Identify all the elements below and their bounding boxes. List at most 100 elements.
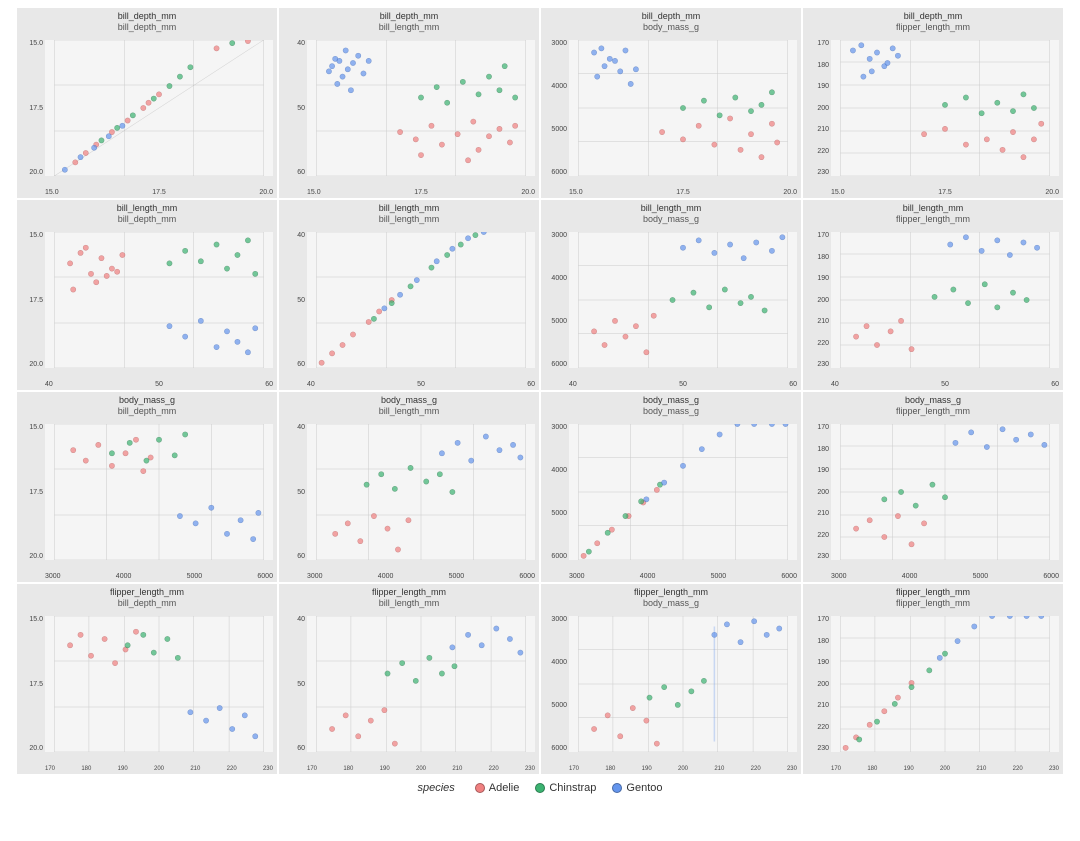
plot-3-1-area bbox=[307, 616, 535, 752]
plot-1-2: bill_length_mm body_mass_g 6000500040003… bbox=[541, 200, 801, 390]
plot-2-2: body_mass_g body_mass_g 6000500040003000 bbox=[541, 392, 801, 582]
plot-1-2-subtitle: body_mass_g bbox=[541, 214, 801, 225]
plot-0-1: bill_depth_mm bill_length_mm 605040 bbox=[279, 8, 539, 198]
plot-3-3-title: flipper_length_mm bbox=[803, 584, 1063, 598]
plot-1-2-title: bill_length_mm bbox=[541, 200, 801, 214]
plot-0-2-xaxis: 15.017.520.0 bbox=[569, 189, 797, 196]
chinstrap-dot bbox=[535, 783, 545, 793]
plot-2-3-yaxis: 230220210200190180170 bbox=[805, 424, 831, 560]
plot-3-0-yaxis: 20.017.515.0 bbox=[19, 616, 45, 752]
plot-0-0: bill_depth_mm bill_depth_mm 20.017.515.0 bbox=[17, 8, 277, 198]
plot-3-2-title: flipper_length_mm bbox=[541, 584, 801, 598]
plot-3-1-yaxis: 605040 bbox=[281, 616, 307, 752]
plot-3-0-subtitle: bill_depth_mm bbox=[17, 598, 277, 609]
plot-2-0-xaxis: 3000400050006000 bbox=[45, 573, 273, 580]
plot-3-2: flipper_length_mm body_mass_g 6000500040… bbox=[541, 584, 801, 774]
legend-item-adelie: Adelie bbox=[475, 782, 520, 794]
plot-1-2-area bbox=[569, 232, 797, 368]
plot-3-2-xaxis: 170180190200210220230 bbox=[569, 766, 797, 772]
plot-3-3-yaxis: 230220210200190180170 bbox=[805, 616, 831, 752]
plot-3-0-area bbox=[45, 616, 273, 752]
plot-1-1: bill_length_mm bill_length_mm 605040 bbox=[279, 200, 539, 390]
plot-0-1-area bbox=[307, 40, 535, 176]
plot-0-1-title: bill_depth_mm bbox=[279, 8, 539, 22]
plot-0-2-yaxis: 6000500040003000 bbox=[543, 40, 569, 176]
legend-item-gentoo: Gentoo bbox=[612, 782, 662, 794]
plot-2-1: body_mass_g bill_length_mm 605040 bbox=[279, 392, 539, 582]
plot-1-0-area bbox=[45, 232, 273, 368]
plot-1-1-xaxis: 405060 bbox=[307, 381, 535, 388]
plot-1-3-xaxis: 405060 bbox=[831, 381, 1059, 388]
plot-0-2-area bbox=[569, 40, 797, 176]
plot-2-1-yaxis: 605040 bbox=[281, 424, 307, 560]
plot-0-3-xaxis: 15.017.520.0 bbox=[831, 189, 1059, 196]
plot-3-3-area bbox=[831, 616, 1059, 752]
chinstrap-label: Chinstrap bbox=[549, 782, 596, 794]
plot-1-1-area bbox=[307, 232, 535, 368]
plot-0-0-subtitle: bill_depth_mm bbox=[17, 22, 277, 33]
plot-1-3: bill_length_mm flipper_length_mm 2302202… bbox=[803, 200, 1063, 390]
plot-2-3-title: body_mass_g bbox=[803, 392, 1063, 406]
plot-0-1-subtitle: bill_length_mm bbox=[279, 22, 539, 33]
plot-2-2-subtitle: body_mass_g bbox=[541, 406, 801, 417]
gentoo-dot bbox=[612, 783, 622, 793]
plot-3-1-subtitle: bill_length_mm bbox=[279, 598, 539, 609]
plot-2-2-yaxis: 6000500040003000 bbox=[543, 424, 569, 560]
plot-0-1-yaxis: 605040 bbox=[281, 40, 307, 176]
plot-3-3-xaxis: 170180190200210220230 bbox=[831, 766, 1059, 772]
plot-2-0-area bbox=[45, 424, 273, 560]
plot-2-1-subtitle: bill_length_mm bbox=[279, 406, 539, 417]
adelie-dot bbox=[475, 783, 485, 793]
plot-1-3-title: bill_length_mm bbox=[803, 200, 1063, 214]
plot-0-1-xaxis: 15.017.520.0 bbox=[307, 189, 535, 196]
plot-2-3-subtitle: flipper_length_mm bbox=[803, 406, 1063, 417]
plot-2-3-xaxis: 3000400050006000 bbox=[831, 573, 1059, 580]
plot-1-0: bill_length_mm bill_depth_mm 20.017.515.… bbox=[17, 200, 277, 390]
plot-grid: bill_depth_mm bill_depth_mm 20.017.515.0 bbox=[17, 8, 1063, 774]
plot-3-0-xaxis: 170180190200210220230 bbox=[45, 766, 273, 772]
plot-0-3: bill_depth_mm flipper_length_mm 23022021… bbox=[803, 8, 1063, 198]
plot-3-2-subtitle: body_mass_g bbox=[541, 598, 801, 609]
plot-2-0-subtitle: bill_depth_mm bbox=[17, 406, 277, 417]
plot-0-0-area bbox=[45, 40, 273, 176]
adelie-label: Adelie bbox=[489, 782, 520, 794]
plot-1-1-title: bill_length_mm bbox=[279, 200, 539, 214]
plot-0-0-xaxis: 15.017.520.0 bbox=[45, 189, 273, 196]
plot-1-3-area bbox=[831, 232, 1059, 368]
plot-2-0-yaxis: 20.017.515.0 bbox=[19, 424, 45, 560]
plot-2-1-area bbox=[307, 424, 535, 560]
plot-0-0-yaxis: 20.017.515.0 bbox=[19, 40, 45, 176]
plot-3-1: flipper_length_mm bill_length_mm 605040 bbox=[279, 584, 539, 774]
plot-3-2-area bbox=[569, 616, 797, 752]
plot-1-0-subtitle: bill_depth_mm bbox=[17, 214, 277, 225]
plot-2-1-xaxis: 3000400050006000 bbox=[307, 573, 535, 580]
plot-0-3-title: bill_depth_mm bbox=[803, 8, 1063, 22]
plot-3-0-title: flipper_length_mm bbox=[17, 584, 277, 598]
plot-2-0: body_mass_g bill_depth_mm 20.017.515.0 bbox=[17, 392, 277, 582]
plot-1-0-title: bill_length_mm bbox=[17, 200, 277, 214]
plot-3-0: flipper_length_mm bill_depth_mm 20.017.5… bbox=[17, 584, 277, 774]
legend: species Adelie Chinstrap Gentoo bbox=[417, 782, 662, 794]
plot-2-3-area bbox=[831, 424, 1059, 560]
plot-1-1-subtitle: bill_length_mm bbox=[279, 214, 539, 225]
plot-3-1-xaxis: 170180190200210220230 bbox=[307, 766, 535, 772]
plot-0-3-area bbox=[831, 40, 1059, 176]
gentoo-label: Gentoo bbox=[626, 782, 662, 794]
legend-item-chinstrap: Chinstrap bbox=[535, 782, 596, 794]
plot-3-2-yaxis: 6000500040003000 bbox=[543, 616, 569, 752]
plot-3-1-title: flipper_length_mm bbox=[279, 584, 539, 598]
plot-0-2-subtitle: body_mass_g bbox=[541, 22, 801, 33]
plot-1-2-yaxis: 6000500040003000 bbox=[543, 232, 569, 368]
plot-2-2-area bbox=[569, 424, 797, 560]
plot-1-1-yaxis: 605040 bbox=[281, 232, 307, 368]
plot-0-3-subtitle: flipper_length_mm bbox=[803, 22, 1063, 33]
plot-1-2-xaxis: 405060 bbox=[569, 381, 797, 388]
plot-2-0-title: body_mass_g bbox=[17, 392, 277, 406]
plot-1-0-yaxis: 20.017.515.0 bbox=[19, 232, 45, 368]
plot-3-3: flipper_length_mm flipper_length_mm 2302… bbox=[803, 584, 1063, 774]
plot-2-2-xaxis: 3000400050006000 bbox=[569, 573, 797, 580]
plot-1-0-xaxis: 405060 bbox=[45, 381, 273, 388]
plot-2-1-title: body_mass_g bbox=[279, 392, 539, 406]
plot-2-2-title: body_mass_g bbox=[541, 392, 801, 406]
main-container: bill_depth_mm bill_depth_mm 20.017.515.0 bbox=[0, 0, 1080, 841]
